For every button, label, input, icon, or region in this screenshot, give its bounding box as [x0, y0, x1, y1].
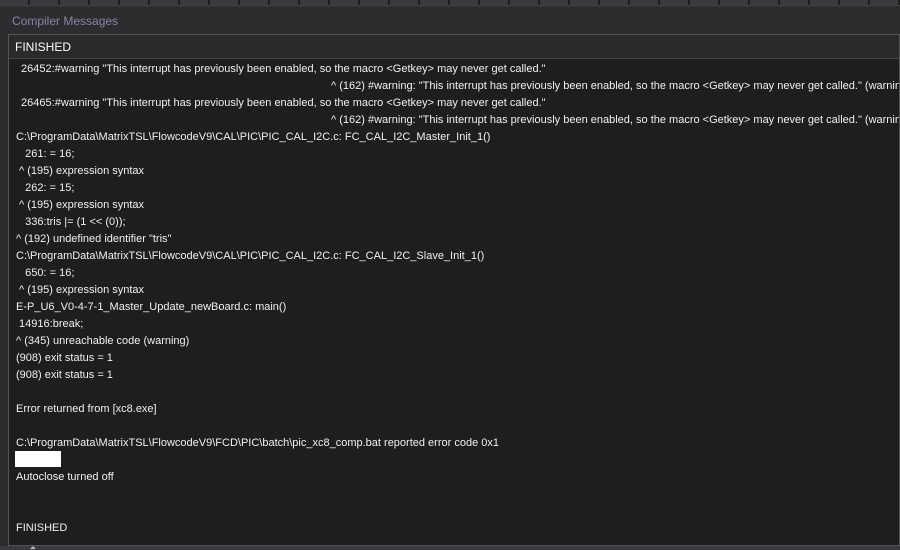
- log-line: (908) exit status = 1: [16, 369, 113, 381]
- log-line: ^ (162) #warning: "This interrupt has pr…: [331, 80, 899, 92]
- log-line: Error returned from [xc8.exe]: [16, 403, 157, 415]
- left-rail: [0, 34, 8, 550]
- empty-output-box: [15, 451, 61, 467]
- log-line: ^ (345) unreachable code (warning): [16, 335, 190, 347]
- log-line: 14916:break;: [16, 318, 84, 330]
- log-line: 336:tris |= (1 << (0));: [16, 216, 126, 228]
- title-bar[interactable]: Compiler Messages: [0, 5, 900, 34]
- log-line: 262: = 15;: [16, 182, 75, 194]
- log-line: 261: = 16;: [16, 148, 75, 160]
- log-line: Autoclose turned off: [16, 471, 114, 483]
- status-header: FINISHED: [9, 35, 899, 59]
- bottom-scroll-strip[interactable]: [0, 546, 900, 550]
- log-line: ^ (192) undefined identifier "tris": [16, 233, 172, 245]
- window-title: Compiler Messages: [12, 14, 119, 28]
- log-line: E-P_U6_V0-4-7-1_Master_Update_newBoard.c…: [16, 301, 287, 313]
- status-header-label: FINISHED: [15, 40, 72, 54]
- compiler-messages-window: Compiler Messages FINISHED 26452:#warnin…: [0, 0, 900, 550]
- log-line: ^ (195) expression syntax: [16, 284, 145, 296]
- log-line: C:\ProgramData\MatrixTSL\FlowcodeV9\CAL\…: [16, 250, 485, 262]
- log-line: 26465:#warning "This interrupt has previ…: [18, 97, 546, 109]
- log-line: C:\ProgramData\MatrixTSL\FlowcodeV9\FCD\…: [16, 437, 499, 449]
- scroll-handle-icon[interactable]: [30, 546, 36, 549]
- log-line: FINISHED: [16, 522, 68, 534]
- log-line: 26452:#warning "This interrupt has previ…: [18, 63, 546, 75]
- log-line: ^ (195) expression syntax: [16, 199, 145, 211]
- log-line: ^ (162) #warning: "This interrupt has pr…: [331, 114, 899, 126]
- log-line: ^ (195) expression syntax: [16, 165, 145, 177]
- log-output[interactable]: 26452:#warning "This interrupt has previ…: [9, 59, 899, 545]
- log-line: 650: = 16;: [16, 267, 75, 279]
- messages-panel[interactable]: FINISHED 26452:#warning "This interrupt …: [8, 34, 900, 546]
- log-line: C:\ProgramData\MatrixTSL\FlowcodeV9\CAL\…: [16, 131, 491, 143]
- log-line: (908) exit status = 1: [16, 352, 113, 364]
